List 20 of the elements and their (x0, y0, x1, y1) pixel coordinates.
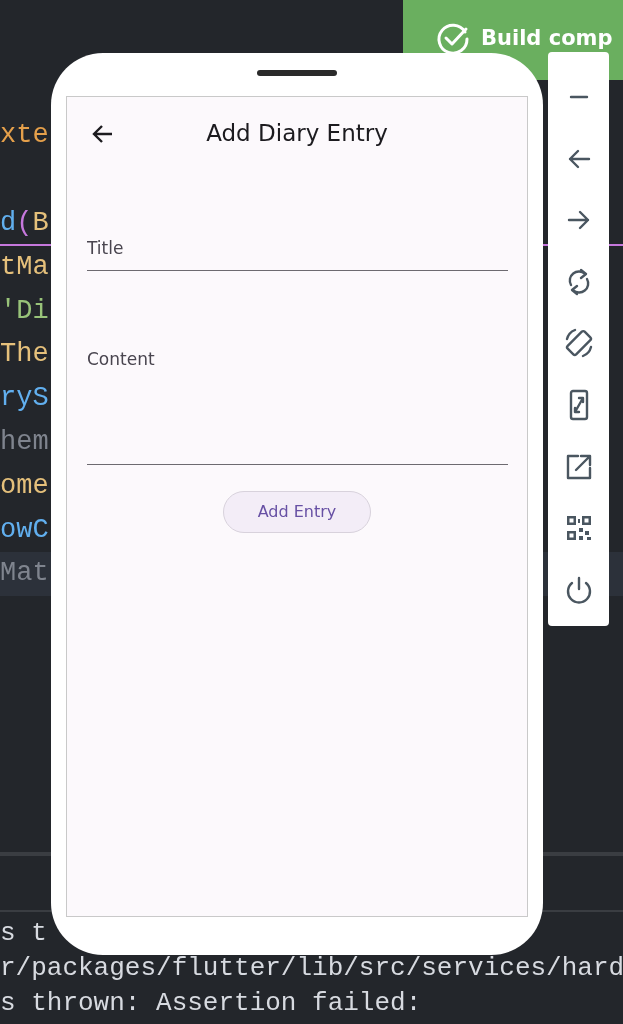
app-bar-title: Add Diary Entry (205, 119, 389, 148)
code-token: Mat (0, 558, 49, 589)
content-field[interactable]: Content (87, 333, 508, 465)
code-token: d (0, 208, 17, 238)
terminal-line: r/packages/flutter/lib/src/services/hard (0, 953, 623, 983)
code-token: ryS (0, 383, 49, 414)
code-token: ome (0, 470, 49, 501)
code-token: xte (0, 120, 49, 151)
code-token: 'Di (0, 295, 49, 326)
code-token: The (0, 339, 49, 370)
terminal-line: s t (0, 918, 47, 948)
code-token: tMa (0, 251, 49, 282)
code-token: hem (0, 426, 49, 457)
title-field[interactable]: Title (87, 211, 508, 271)
code-token: ( (16, 208, 33, 238)
terminal-line: s thrown: Assertion failed: (0, 988, 422, 1018)
code-token: B (32, 208, 49, 238)
add-entry-button[interactable]: Add Entry (223, 491, 371, 533)
toast-text: Build comp (481, 25, 613, 52)
code-token: owC (0, 514, 49, 545)
